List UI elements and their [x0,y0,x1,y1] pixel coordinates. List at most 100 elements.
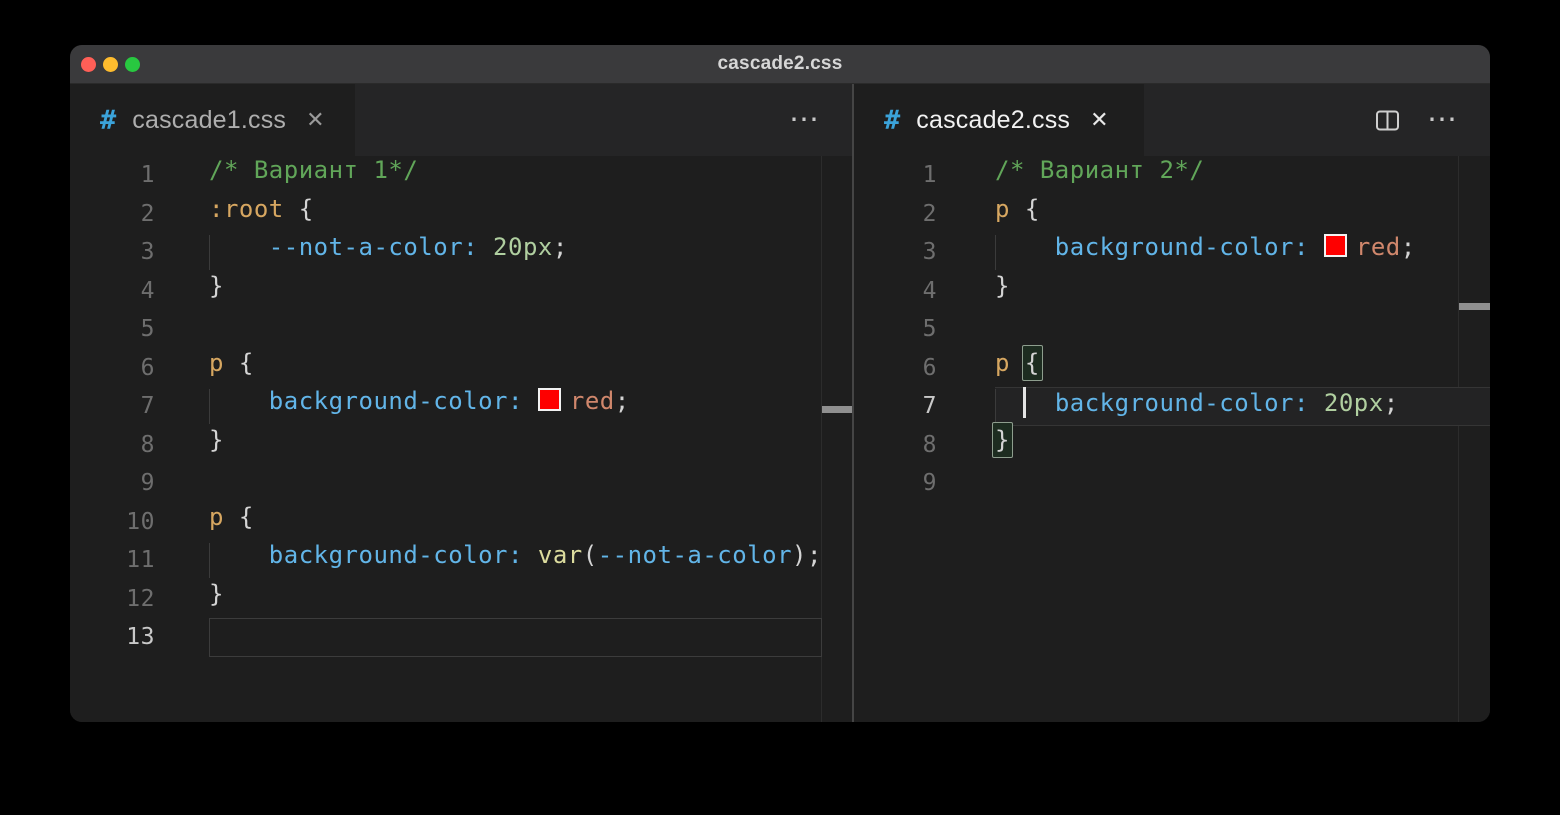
code-token: background-color [1054,389,1294,417]
code-token: } [995,271,1010,300]
editor-group-right: # cascade2.css ✕ ⋯ 1/* Вариант 2*/2 p {3 … [854,84,1490,722]
line-number[interactable]: 10 [70,509,209,535]
close-tab-icon[interactable]: ✕ [1090,107,1108,133]
color-swatch-red[interactable] [1323,234,1347,257]
line-number[interactable]: 8 [854,432,995,458]
line-number[interactable]: 3 [854,239,995,265]
code-line-content[interactable]: } [209,272,852,311]
line-number[interactable]: 5 [854,316,995,342]
code-line[interactable]: 9 [70,464,852,503]
code-line[interactable]: 4} [70,272,852,311]
code-line[interactable]: 6p { [854,344,1490,388]
line-number[interactable]: 3 [70,239,209,265]
line-number[interactable]: 12 [70,586,209,612]
code-token: p [209,502,224,531]
code-line[interactable]: 11 background-color: var(--not-a-color); [70,541,852,580]
code-line-content[interactable]: background-color: var(--not-a-color); [209,541,852,580]
code-line[interactable]: 10 p { [70,503,852,542]
editor-cascade2-css[interactable]: 1/* Вариант 2*/2 p {3 background-color: r… [854,156,1490,722]
code-tokens: } [209,272,224,300]
code-line-content[interactable]: } [995,272,1490,311]
code-line[interactable]: 6p { [70,349,852,388]
code-line[interactable]: 3 background-color: red; [854,233,1490,272]
code-line-content[interactable]: background-color: red; [209,387,852,426]
code-line-content[interactable] [209,618,852,657]
code-line-content[interactable]: } [992,421,1490,465]
code-line[interactable]: 2:root { [70,195,852,234]
bracket-match: } [992,421,1013,458]
line-number[interactable]: 7 [854,393,995,419]
line-number[interactable]: 13 [70,624,209,650]
code-line[interactable]: 2p { [854,195,1490,234]
code-line-content[interactable] [209,464,852,503]
line-number[interactable]: 2 [70,201,209,227]
close-tab-icon[interactable]: ✕ [306,107,324,133]
code-line-content[interactable] [209,310,852,349]
code-line-content[interactable]: p { [209,503,852,542]
code-line[interactable]: 1/* Вариант 2*/ [854,156,1490,195]
code-line-content[interactable]: } [209,580,852,619]
code-line-content[interactable]: :root { [209,195,852,234]
code-tokens: } [209,426,224,454]
code-token: ; [1383,389,1399,417]
code-line[interactable]: 7 background-color: 20px; [854,387,1490,426]
code-line-content[interactable]: p { [995,195,1490,234]
code-token: } [209,271,224,300]
line-number[interactable]: 7 [70,393,209,419]
color-swatch-red[interactable] [537,388,561,411]
editor-group-left: # cascade1.css ✕ ⋯ 1/* Вариант 1*/2:root… [70,84,852,722]
line-number[interactable]: 2 [854,201,995,227]
code-line-content[interactable]: background-color: 20px; [995,387,1490,426]
code-tokens: } [992,421,1013,458]
code-token: : [463,233,494,261]
line-number[interactable]: 6 [70,355,209,381]
code-line[interactable]: 4} [854,272,1490,311]
code-line-content[interactable]: --not-a-color: 20px; [209,233,852,272]
code-line-content[interactable] [995,310,1490,349]
line-number[interactable]: 9 [854,470,995,496]
code-line[interactable]: 13 [70,618,852,657]
code-token: { [223,502,254,531]
code-line[interactable]: 1/* Вариант 1*/ [70,156,852,195]
tab-cascade2-css[interactable]: # cascade2.css ✕ [854,84,1144,156]
code-token: /* Вариант 2*/ [995,156,1205,184]
code-line-content[interactable]: p { [995,344,1490,388]
code-token: ; [1400,233,1416,261]
code-line-content[interactable]: /* Вариант 1*/ [209,156,852,195]
code-line-content[interactable]: background-color: red; [995,233,1490,272]
code-line[interactable]: 7 background-color: red; [70,387,852,426]
code-line-content[interactable] [995,464,1490,503]
tabstrip-right: # cascade2.css ✕ ⋯ [854,84,1490,156]
code-line[interactable]: 5 [854,310,1490,349]
line-number[interactable]: 9 [70,470,209,496]
line-number[interactable]: 11 [70,547,209,573]
bracket-match: { [1021,344,1043,381]
code-line-content[interactable]: p { [209,349,852,388]
editor-cascade1-css[interactable]: 1/* Вариант 1*/2:root {3 --not-a-color: … [70,156,852,722]
tab-cascade1-css[interactable]: # cascade1.css ✕ [70,84,355,156]
split-editor-icon[interactable] [1374,107,1401,134]
line-number[interactable]: 4 [854,278,995,304]
line-number[interactable]: 8 [70,432,209,458]
code-line[interactable]: 5 [70,310,852,349]
code-token: --not-a-color [597,541,793,569]
code-line[interactable]: 12} [70,580,852,619]
code-token: : [507,541,538,569]
code-line[interactable]: 3 --not-a-color: 20px; [70,233,852,272]
line-number[interactable]: 1 [854,162,995,188]
line-number[interactable]: 6 [854,355,995,381]
code-line-content[interactable]: } [209,426,852,465]
line-number[interactable]: 4 [70,278,209,304]
css-file-icon: # [100,104,117,136]
line-number[interactable]: 1 [70,162,209,188]
titlebar[interactable]: cascade2.css [70,45,1490,84]
code-line-content[interactable]: /* Вариант 2*/ [995,156,1490,195]
code-line[interactable]: 8} [70,426,852,465]
code-line[interactable]: 8} [854,421,1490,465]
code-line[interactable]: 9 [854,464,1490,503]
code-tokens: :root { [209,195,314,223]
tab-label: cascade2.css [916,105,1071,134]
line-number[interactable]: 5 [70,316,209,342]
